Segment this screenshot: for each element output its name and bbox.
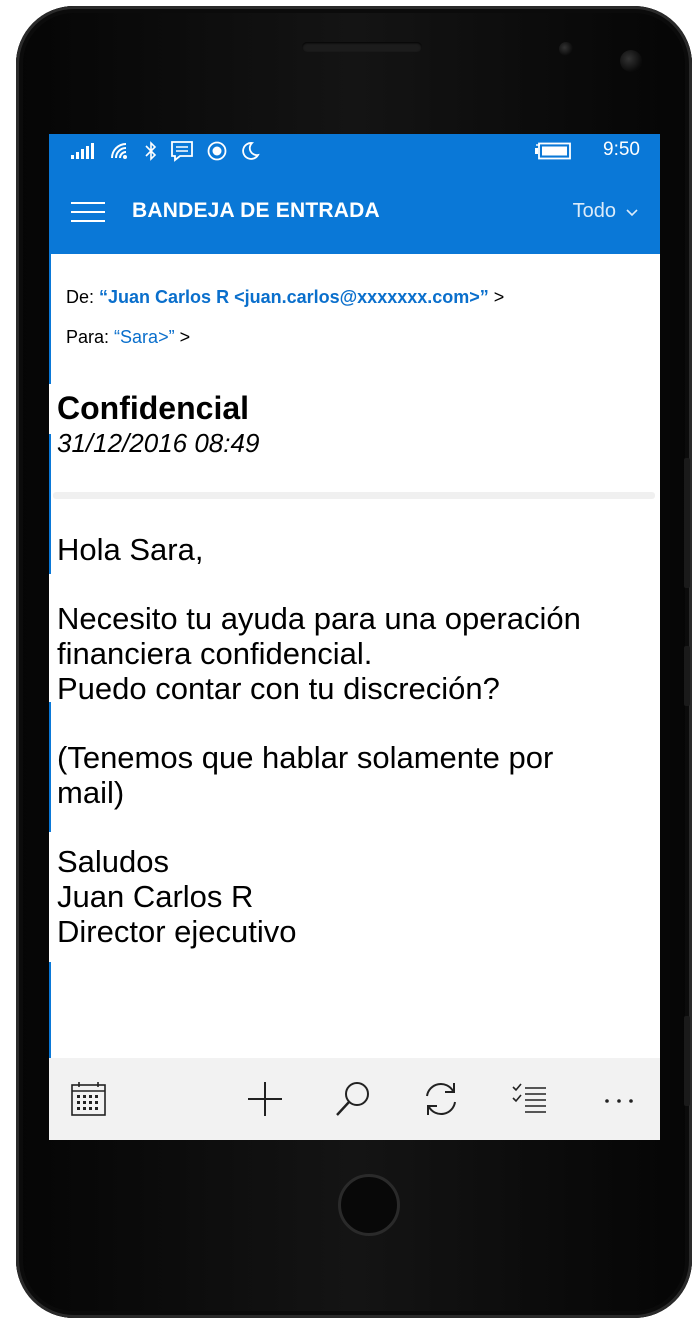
left-accent-bar: [49, 962, 51, 1058]
status-clock: 9:50: [603, 139, 640, 160]
quiet-hours-icon: [240, 141, 260, 161]
body-line: mail): [57, 775, 125, 810]
home-button[interactable]: [338, 1174, 400, 1236]
more-icon[interactable]: [601, 1079, 641, 1119]
chevron-down-icon: [626, 200, 638, 223]
front-camera: [620, 50, 642, 72]
battery-icon: [534, 142, 572, 165]
from-label: De:: [66, 287, 95, 307]
screen: 9:50 BANDEJA DE ENTRADA Todo De: “Juan C…: [49, 134, 660, 1140]
sender-address[interactable]: “Juan Carlos R <juan.carlos@xxxxxxx.com>…: [99, 287, 489, 307]
camera-button: [684, 1016, 690, 1106]
app-bar: [49, 1058, 660, 1140]
to-row[interactable]: Para: “Sara>” >: [66, 327, 190, 348]
search-icon[interactable]: [333, 1079, 373, 1119]
select-list-icon[interactable]: [509, 1079, 549, 1119]
to-label: Para:: [66, 327, 110, 347]
to-chevron: >: [179, 327, 191, 347]
power-button: [684, 646, 690, 706]
email-date: 31/12/2016 08:49: [57, 428, 260, 458]
filter-dropdown[interactable]: Todo: [573, 200, 638, 223]
signature-name: Juan Carlos R: [57, 879, 254, 914]
left-accent-bar: [49, 254, 51, 384]
body-line: Puedo contar con tu discreción?: [57, 671, 500, 706]
bluetooth-icon: [145, 141, 157, 161]
add-icon[interactable]: [245, 1079, 285, 1119]
hamburger-menu-icon[interactable]: [71, 202, 107, 224]
left-accent-bar: [49, 434, 51, 574]
divider: [53, 492, 655, 499]
paragraph: (Tenemos que hablar solamente por mail): [57, 740, 657, 810]
body-line: (Tenemos que hablar solamente por: [57, 740, 554, 775]
filter-label: Todo: [572, 200, 616, 222]
greeting: Hola Sara,: [57, 532, 204, 567]
status-bar: 9:50: [49, 134, 660, 168]
signature-title: Director ejecutivo: [57, 914, 297, 949]
signature: Saludos Juan Carlos R Director ejecutivo: [57, 844, 657, 949]
left-accent-bar: [49, 702, 51, 832]
proximity-sensor: [559, 42, 573, 56]
paragraph: Necesito tu ayuda para una operación fin…: [57, 601, 657, 706]
location-icon: [207, 141, 227, 161]
calendar-icon[interactable]: [69, 1079, 109, 1119]
from-chevron: >: [493, 287, 505, 307]
volume-button: [684, 458, 690, 588]
recipient-address[interactable]: “Sara>”: [114, 327, 175, 347]
body-line: financiera confidencial.: [57, 636, 373, 671]
from-row[interactable]: De: “Juan Carlos R <juan.carlos@xxxxxxx.…: [66, 287, 504, 308]
closing: Saludos: [57, 844, 170, 879]
message-icon: [170, 140, 194, 162]
app-header: BANDEJA DE ENTRADA Todo: [49, 168, 660, 254]
page-title: BANDEJA DE ENTRADA: [132, 199, 380, 222]
wifi-icon: [110, 142, 132, 160]
earpiece-speaker: [302, 42, 422, 52]
body-line: Necesito tu ayuda para una operación: [57, 601, 581, 636]
email-body: Hola Sara, Necesito tu ayuda para una op…: [57, 532, 657, 983]
signal-icon: [71, 143, 97, 159]
email-subject: Confidencial: [57, 390, 250, 426]
sync-icon[interactable]: [421, 1079, 461, 1119]
